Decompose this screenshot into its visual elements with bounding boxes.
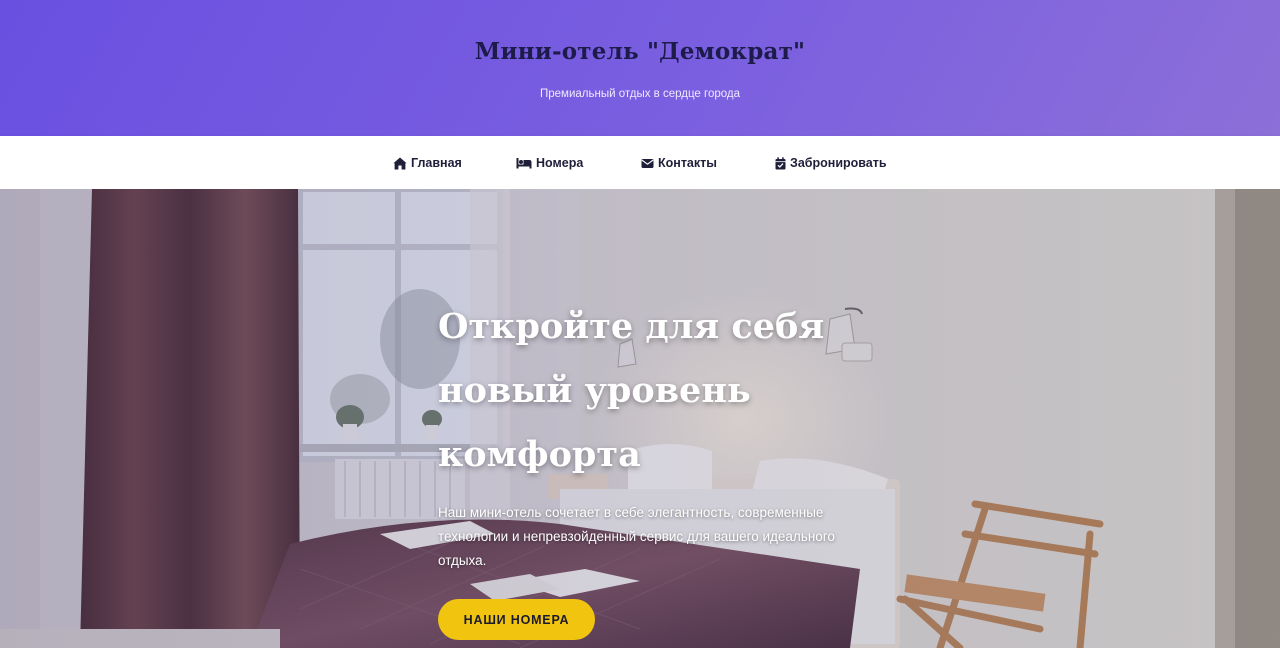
calendar-check-icon [775,156,786,170]
envelope-icon [641,158,654,169]
bed-icon [516,157,532,169]
our-rooms-button[interactable]: НАШИ НОМЕРА [438,599,595,640]
hero-title: Откройте для себя новый уровень комфорта [438,306,825,475]
nav-item-home[interactable]: Главная [393,154,462,172]
nav-item-label: Контакты [658,156,717,170]
nav-item-label: Забронировать [790,156,887,170]
home-icon [393,157,407,170]
nav-item-label: Номера [536,156,584,170]
main-navigation: Главная Номера Контакты Забронировать [0,136,1280,189]
site-title: Мини-отель "Демократ" [474,38,806,65]
hero-section: Откройте для себя новый уровень комфорта… [0,189,1280,648]
site-header: Мини-отель "Демократ" Премиальный отдых … [0,0,1280,136]
nav-item-rooms[interactable]: Номера [516,154,583,172]
nav-item-label: Главная [411,156,462,170]
hero-description: Наш мини-отель сочетает в себе элегантно… [438,505,835,568]
site-tagline: Премиальный отдых в сердце города [540,88,740,100]
nav-item-book[interactable]: Забронировать [775,154,887,172]
nav-item-contacts[interactable]: Контакты [641,154,717,172]
